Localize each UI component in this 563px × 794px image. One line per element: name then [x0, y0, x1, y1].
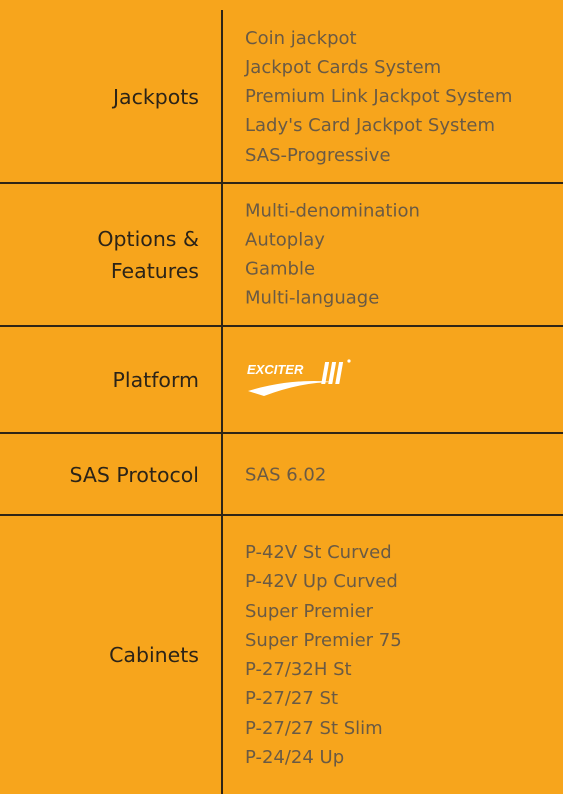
row-label: Options & Features: [0, 223, 199, 287]
list-item: P-42V Up Curved: [245, 571, 398, 593]
list-item: P-27/32H St: [245, 659, 352, 680]
row-sas-protocol: SAS Protocol SAS 6.02: [0, 434, 563, 515]
exciter-iii-logo: EXCITER: [247, 358, 351, 396]
row-values: SAS 6.02: [245, 460, 563, 489]
row-jackpots: Jackpots Coin jackpot Jackpot Cards Syst…: [0, 10, 563, 183]
list-item: SAS 6.02: [245, 463, 327, 485]
logo-text: EXCITER: [247, 362, 304, 377]
list-item: Gamble: [245, 258, 316, 280]
list-item: Coin jackpot: [245, 27, 357, 49]
list-item: Multi-language: [245, 287, 380, 309]
list-item: P-42V St Curved: [245, 541, 392, 563]
row-label: Platform: [112, 367, 199, 392]
row-values: Coin jackpot Jackpot Cards System Premiu…: [245, 23, 563, 169]
row-label-line: Features: [110, 258, 199, 283]
list-item: Super Premier 75: [245, 629, 402, 651]
row-label-line: Options &: [97, 226, 199, 251]
row-platform: Platform EXCITER: [0, 327, 563, 432]
list-item: Lady's Card Jackpot System: [245, 115, 496, 137]
list-item: Super Premier: [245, 600, 374, 622]
list-item: SAS-Progressive: [245, 144, 391, 166]
row-label: Jackpots: [112, 84, 199, 109]
list-item: Jackpot Cards System: [245, 56, 442, 78]
list-item: P-27/27 St: [245, 688, 339, 710]
row-label: Cabinets: [109, 643, 199, 667]
row-values: P-42V St Curved P-42V Up Curved Super Pr…: [245, 538, 563, 772]
row-label: SAS Protocol: [69, 462, 199, 487]
list-item: P-27/27 St Slim: [245, 717, 383, 739]
list-item: Autoplay: [245, 229, 325, 251]
list-item: Premium Link Jackpot System: [245, 85, 513, 107]
list-item: Multi-denomination: [245, 199, 420, 221]
row-options-features: Options & Features Multi-denomination Au…: [0, 184, 563, 325]
row-cabinets: Cabinets P-42V St Curved P-42V Up Curved…: [0, 516, 563, 794]
list-item: P-24/24 Up: [245, 746, 345, 768]
row-values: Multi-denomination Autoplay Gamble Multi…: [245, 196, 563, 313]
